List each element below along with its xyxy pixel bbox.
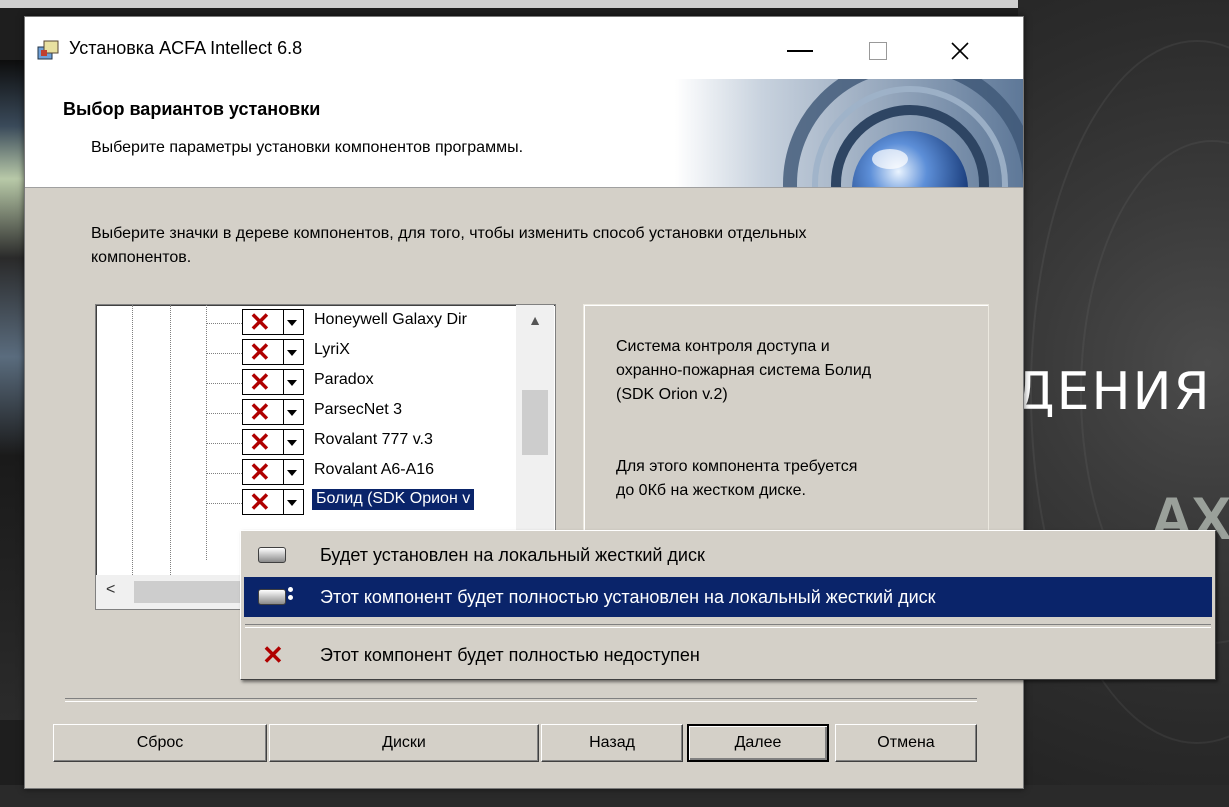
tree-connector: [206, 323, 242, 324]
close-icon: [951, 42, 969, 60]
page-subtitle: Выберите параметры установки компонентов…: [91, 139, 524, 156]
installer-app-icon: [37, 40, 59, 60]
maximize-icon: [869, 42, 887, 60]
cancel-button[interactable]: Отмена: [835, 724, 977, 762]
banner-graphic: [675, 79, 1023, 187]
maximize-button[interactable]: [848, 31, 908, 71]
menu-item-install-local[interactable]: Будет установлен на локальный жесткий ди…: [244, 535, 1212, 575]
tree-connector: [206, 503, 242, 504]
title-bar[interactable]: Установка ACFA Intellect 6.8: [25, 17, 1023, 79]
tree-item[interactable]: ✕ ParsecNet 3: [206, 397, 536, 427]
chevron-down-icon: [287, 380, 297, 386]
x-icon: ✕: [249, 427, 271, 457]
chevron-down-icon: [287, 440, 297, 446]
minimize-icon: [787, 50, 813, 52]
tree-connector: [206, 443, 242, 444]
install-state-dropdown[interactable]: ✕: [242, 427, 304, 457]
tree-item-label[interactable]: Rovalant 777 v.3: [314, 431, 433, 449]
disk-full-icon: [258, 589, 286, 605]
wizard-header: Выбор вариантов установки Выберите парам…: [25, 79, 1023, 188]
subfeature-dots-icon: [288, 587, 294, 607]
chevron-down-icon: [287, 470, 297, 476]
chevron-down-icon: [287, 320, 297, 326]
tree-item-selected[interactable]: ✕ Болид (SDK Орион v: [206, 487, 536, 517]
page-title: Выбор вариантов установки: [63, 99, 321, 119]
x-icon: ✕: [249, 337, 271, 367]
chevron-down-icon: [287, 350, 297, 356]
x-icon: ✕: [249, 397, 271, 427]
chevron-down-icon: [287, 410, 297, 416]
close-button[interactable]: [930, 31, 990, 71]
tree-item-label[interactable]: Болид (SDK Орион v: [312, 489, 475, 510]
scroll-thumb[interactable]: [522, 390, 548, 455]
scroll-up-icon[interactable]: ▲: [516, 305, 554, 335]
install-state-dropdown[interactable]: ✕: [242, 397, 304, 427]
tree-item[interactable]: ✕ LyriX: [206, 337, 536, 367]
tree-item-label[interactable]: Paradox: [314, 371, 374, 389]
install-state-dropdown[interactable]: ✕: [242, 337, 304, 367]
tree-item-label[interactable]: LyriX: [314, 341, 350, 359]
button-area-divider: [65, 698, 977, 702]
menu-item-label: Этот компонент будет полностью установле…: [320, 587, 936, 607]
install-state-dropdown[interactable]: ✕: [242, 457, 304, 487]
tree-item[interactable]: ✕ Honeywell Galaxy Dir: [206, 307, 536, 337]
tree-item[interactable]: ✕ Rovalant A6-A16: [206, 457, 536, 487]
tree-connector: [206, 353, 242, 354]
x-icon: ✕: [249, 487, 271, 517]
install-option-menu: Будет установлен на локальный жесткий ди…: [240, 530, 1216, 680]
back-button[interactable]: Назад: [541, 724, 683, 762]
disks-button[interactable]: Диски: [269, 724, 539, 762]
tree-connector: [206, 383, 242, 384]
next-button[interactable]: Далее: [687, 724, 829, 762]
tree-item[interactable]: ✕ Rovalant 777 v.3: [206, 427, 536, 457]
tree-item-label[interactable]: ParsecNet 3: [314, 401, 402, 419]
component-size-note: Для этого компонента требуется до 0Кб на…: [616, 458, 858, 499]
tree-item[interactable]: ✕ Paradox: [206, 367, 536, 397]
menu-item-unavailable[interactable]: ✕ Этот компонент будет полностью недосту…: [244, 635, 1212, 675]
reset-button[interactable]: Сброс: [53, 724, 267, 762]
menu-separator: [245, 624, 1211, 628]
divider: [283, 370, 284, 394]
desktop-left-strip: [0, 60, 26, 720]
divider: [283, 340, 284, 364]
scroll-left-icon[interactable]: <: [106, 581, 115, 599]
divider: [283, 310, 284, 334]
chevron-down-icon: [287, 500, 297, 506]
scroll-thumb[interactable]: [134, 581, 244, 603]
minimize-button[interactable]: [770, 31, 830, 71]
install-state-dropdown[interactable]: ✕: [242, 307, 304, 337]
x-icon: ✕: [249, 367, 271, 397]
menu-item-install-all-local[interactable]: Этот компонент будет полностью установле…: [244, 577, 1212, 617]
tree-guide-line: [170, 305, 171, 575]
divider: [283, 460, 284, 484]
tree-connector: [206, 413, 242, 414]
tree-guide-line: [132, 305, 133, 575]
install-state-dropdown[interactable]: ✕: [242, 487, 304, 517]
tree-connector: [206, 473, 242, 474]
menu-item-label: Этот компонент будет полностью недоступе…: [320, 645, 700, 665]
install-state-dropdown[interactable]: ✕: [242, 367, 304, 397]
tree-item-label[interactable]: Honeywell Galaxy Dir: [314, 311, 467, 329]
disk-icon: [258, 547, 286, 563]
divider: [283, 490, 284, 514]
divider: [283, 430, 284, 454]
x-icon: ✕: [249, 307, 271, 337]
desktop-background-word: ДЕНИЯ: [1014, 362, 1212, 422]
divider: [283, 400, 284, 424]
x-icon: ✕: [262, 640, 284, 670]
instructions-text: Выберите значки в дереве компонентов, дл…: [91, 225, 807, 266]
menu-item-label: Будет установлен на локальный жесткий ди…: [320, 545, 705, 565]
tree-item-label[interactable]: Rovalant A6-A16: [314, 461, 434, 479]
x-icon: ✕: [249, 457, 271, 487]
component-description: Система контроля доступа и охранно-пожар…: [616, 338, 872, 403]
window-title: Установка ACFA Intellect 6.8: [69, 38, 303, 58]
